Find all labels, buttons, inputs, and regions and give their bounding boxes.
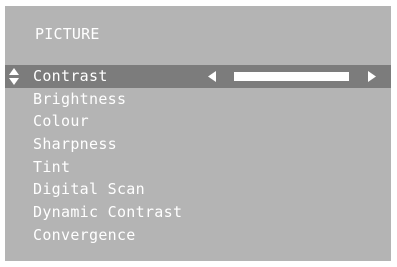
menu-item-label: Convergence [33,225,136,244]
menu-item-sharpness[interactable]: Sharpness [5,133,391,156]
menu-title: PICTURE [35,25,100,43]
menu-item-label: Digital Scan [33,180,145,199]
picture-menu-panel: PICTURE Contrast Brightness Colour Sharp… [5,6,391,261]
menu-item-digital-scan[interactable]: Digital Scan [5,178,391,201]
tv-screen: PICTURE Contrast Brightness Colour Sharp… [0,0,397,267]
triangle-left-icon[interactable] [208,71,216,82]
menu-list: Contrast Brightness Colour Sharpness Tin… [5,65,391,247]
contrast-slider-fill [234,72,349,81]
menu-item-tint[interactable]: Tint [5,156,391,179]
menu-item-convergence[interactable]: Convergence [5,224,391,247]
menu-item-label: Dynamic Contrast [33,203,183,222]
menu-item-brightness[interactable]: Brightness [5,88,391,111]
up-down-arrows-icon [9,68,19,85]
menu-item-contrast[interactable]: Contrast [5,65,391,88]
menu-item-label: Colour [33,112,89,131]
menu-item-label: Sharpness [33,135,117,154]
triangle-right-icon[interactable] [368,71,376,82]
menu-item-colour[interactable]: Colour [5,110,391,133]
contrast-slider[interactable] [234,72,349,81]
menu-item-label: Contrast [33,67,108,85]
menu-item-label: Tint [33,157,71,176]
menu-item-dynamic-contrast[interactable]: Dynamic Contrast [5,201,391,224]
menu-item-label: Brightness [33,89,127,108]
